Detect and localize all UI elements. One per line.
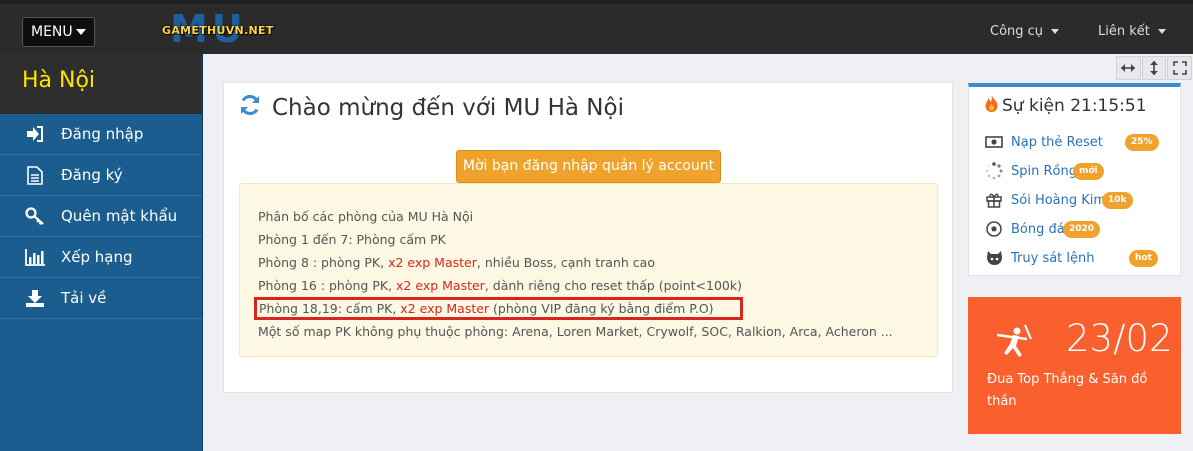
fire-icon (985, 95, 998, 117)
server-info-box: Phân bố các phòng của MU Hà Nội Phòng 1 … (239, 183, 938, 357)
event-item-label: Nạp thẻ Reset (1011, 134, 1103, 150)
event-item-hunt-order[interactable]: Truy sát lệnh hot (985, 247, 1165, 269)
layout-tools (1116, 56, 1193, 80)
warrior-icon (995, 323, 1033, 363)
event-title-label: Sự kiện (1002, 96, 1065, 116)
exp-highlight: x2 exp Master (396, 278, 485, 293)
info-text: Phòng 8 : phòng PK, (258, 255, 389, 270)
info-line: Phân bố các phòng của MU Hà Nội (258, 209, 474, 224)
soccer-ball-icon (985, 220, 1003, 238)
sidebar-item-ranking[interactable]: Xếp hạng (0, 237, 202, 278)
event-item-label: Truy sát lệnh (1011, 250, 1095, 266)
refresh-icon[interactable] (238, 93, 262, 123)
event-item-label: Spin Rồng (1011, 163, 1077, 179)
event-badge: 10k (1102, 191, 1133, 209)
download-icon (24, 288, 46, 308)
gift-icon (985, 191, 1003, 209)
sidebar: Hà Nội Đăng nhập Đăng ký Quên mật khẩu X… (0, 54, 203, 451)
event-badge: 25% (1125, 133, 1159, 151)
sidebar-item-login[interactable]: Đăng nhập (0, 114, 202, 155)
highlight-box: Phòng 18,19: cấm PK, x2 exp Master (phòn… (254, 297, 743, 320)
nav-links-dropdown[interactable]: Liên kết (1098, 24, 1166, 39)
info-line: Phòng 18,19: cấm PK, x2 exp Master (phòn… (240, 297, 937, 320)
event-panel: Sự kiện 21:15:51 Nạp thẻ Reset 25% Spin … (968, 83, 1181, 276)
caret-down-icon (75, 29, 86, 35)
event-badge: mới (1073, 162, 1104, 180)
nav-links-label: Liên kết (1098, 24, 1150, 39)
info-line: Phòng 1 đến 7: Phòng cấm PK (258, 232, 446, 247)
document-icon (24, 165, 46, 185)
sidebar-title: Hà Nội (0, 54, 202, 114)
sidebar-item-label: Đăng ký (61, 166, 123, 184)
exp-highlight: x2 exp Master (388, 255, 477, 270)
sidebar-item-download[interactable]: Tải về (0, 278, 202, 319)
nav-tools-dropdown[interactable]: Công cụ (990, 24, 1060, 39)
nav-tools-label: Công cụ (990, 24, 1044, 39)
sign-in-icon (24, 124, 46, 144)
menu-label: MENU (31, 24, 73, 40)
info-line: Phòng 16 : phòng PK, x2 exp Master, dành… (240, 274, 937, 297)
event-item-label: Bóng đá (1011, 221, 1065, 237)
event-badge: 2020 (1063, 220, 1101, 238)
top-navbar: MENU MU GAMETHUVN.NET Công cụ Liên kết (0, 0, 1193, 54)
money-icon (985, 133, 1003, 151)
promo-card[interactable]: 23/02 Đua Top Thắng & Săn đồ thần (968, 297, 1181, 434)
key-icon (24, 206, 46, 226)
site-logo[interactable]: MU GAMETHUVN.NET (162, 10, 282, 50)
event-badge: hot (1129, 249, 1158, 267)
sidebar-item-register[interactable]: Đăng ký (0, 155, 202, 196)
github-cat-icon (985, 249, 1003, 267)
page-title: Chào mừng đến với MU Hà Nội (238, 93, 624, 123)
sidebar-item-label: Tải về (61, 289, 107, 307)
menu-button[interactable]: MENU (22, 17, 95, 47)
event-item-golden-wolf[interactable]: Sói Hoàng Kim 10k (985, 189, 1165, 211)
info-text: Phòng 16 : phòng PK, (258, 278, 397, 293)
event-item-recharge-reset[interactable]: Nạp thẻ Reset 25% (985, 131, 1165, 153)
event-item-label: Sói Hoàng Kim (1011, 192, 1107, 208)
info-text: Phòng 18,19: cấm PK, (259, 301, 401, 316)
info-text: , dành riêng cho reset thấp (point<100k) (484, 278, 742, 293)
sidebar-item-forgot-password[interactable]: Quên mật khẩu (0, 196, 202, 237)
info-text: (phòng VIP đăng ký bằng điểm P.O) (489, 301, 714, 316)
welcome-panel: Chào mừng đến với MU Hà Nội Mời bạn đăng… (223, 82, 953, 393)
logo-text: GAMETHUVN.NET (162, 24, 274, 37)
promo-subtitle: Đua Top Thắng & Săn đồ thần (987, 372, 1148, 409)
login-manage-account-button[interactable]: Mời bạn đăng nhập quản lý account (456, 150, 721, 183)
sidebar-item-label: Đăng nhập (61, 125, 144, 143)
page-title-text: Chào mừng đến với MU Hà Nội (272, 95, 624, 121)
caret-down-icon (1157, 29, 1166, 34)
bar-chart-icon (24, 247, 46, 267)
spinner-icon (985, 162, 1003, 180)
info-line: Một số map PK không phụ thuộc phòng: Are… (258, 324, 893, 339)
event-item-football[interactable]: Bóng đá 2020 (985, 218, 1165, 240)
caret-down-icon (1051, 29, 1060, 34)
event-clock: 21:15:51 (1070, 96, 1147, 116)
exp-highlight: x2 exp Master (400, 301, 490, 316)
expand-horizontal-icon[interactable] (1116, 56, 1141, 80)
promo-date: 23/02 (1066, 317, 1173, 360)
sidebar-item-label: Quên mật khẩu (61, 207, 178, 225)
expand-vertical-icon[interactable] (1141, 56, 1167, 80)
info-line: Phòng 8 : phòng PK, x2 exp Master, nhiều… (240, 251, 937, 274)
fullscreen-icon[interactable] (1167, 56, 1193, 80)
sidebar-item-label: Xếp hạng (61, 248, 133, 266)
event-item-spin-dragon[interactable]: Spin Rồng mới (985, 160, 1165, 182)
event-title: Sự kiện 21:15:51 (985, 95, 1147, 117)
info-text: , nhiều Boss, cạnh tranh cao (476, 255, 655, 270)
